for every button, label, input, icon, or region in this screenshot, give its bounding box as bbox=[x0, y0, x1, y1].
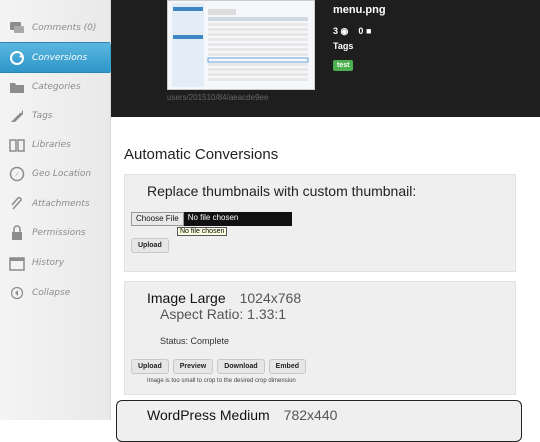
comments-count: 0 bbox=[358, 26, 364, 36]
sidebar-item-label: Conversions bbox=[32, 52, 88, 63]
tags-label: Tags bbox=[333, 41, 354, 51]
sidebar-item-tags[interactable]: Tags bbox=[0, 101, 110, 130]
media-stats: 3 ◉ 0 ■ bbox=[333, 26, 371, 37]
folder-icon bbox=[8, 78, 26, 96]
upload-thumbnail-button[interactable]: Upload bbox=[131, 238, 169, 253]
conversion-name: Image Large bbox=[147, 290, 226, 306]
sidebar-item-label: Geo Location bbox=[32, 168, 92, 179]
page-title: Automatic Conversions bbox=[124, 146, 279, 163]
sidebar-item-label: Permissions bbox=[32, 227, 86, 238]
file-input[interactable]: Choose File No file chosen bbox=[131, 212, 292, 226]
conversion-actions: Upload Preview Download Embed bbox=[131, 359, 306, 374]
preview-button[interactable]: Preview bbox=[172, 359, 214, 374]
sidebar-item-history[interactable]: History bbox=[0, 248, 110, 277]
conversion-dims: 782x440 bbox=[283, 407, 338, 423]
compass-icon bbox=[8, 165, 26, 183]
sidebar-item-label: Comments (0) bbox=[32, 22, 97, 33]
sidebar-item-libraries[interactable]: Libraries bbox=[0, 130, 110, 159]
conversion-status: Status: Complete bbox=[160, 336, 230, 346]
conversion-title: WordPress Medium 782x440 bbox=[147, 407, 337, 423]
lock-icon bbox=[8, 224, 26, 242]
sidebar-item-comments[interactable]: Comments (0) bbox=[0, 13, 110, 42]
calendar-icon bbox=[8, 254, 26, 272]
media-path: users/201510/84/aeacde9ee bbox=[167, 93, 269, 102]
comment-icon: ■ bbox=[365, 26, 372, 36]
sidebar-item-label: Collapse bbox=[32, 287, 71, 298]
sidebar-item-permissions[interactable]: Permissions bbox=[0, 218, 110, 247]
replace-thumbnail-panel: Replace thumbnails with custom thumbnail… bbox=[124, 174, 516, 272]
collapse-icon bbox=[8, 284, 26, 302]
conversion-title: Image Large 1024x768 bbox=[147, 290, 301, 306]
sidebar-item-label: History bbox=[32, 257, 65, 268]
comments-icon bbox=[8, 19, 26, 37]
sidebar: Comments (0) Conversions Categories Tags… bbox=[0, 0, 118, 420]
conversion-dims: 1024x768 bbox=[239, 290, 302, 306]
sidebar-item-attachments[interactable]: Attachments bbox=[0, 189, 110, 218]
views-count: 3 bbox=[333, 26, 339, 36]
media-thumbnail[interactable] bbox=[167, 0, 315, 90]
sidebar-item-label: Categories bbox=[32, 81, 81, 92]
replace-title: Replace thumbnails with custom thumbnail… bbox=[147, 183, 417, 199]
file-status: No file chosen bbox=[183, 212, 292, 226]
sidebar-collapse[interactable]: Collapse bbox=[0, 278, 110, 307]
main-content: Automatic Conversions Replace thumbnails… bbox=[111, 117, 540, 442]
sidebar-item-conversions[interactable]: Conversions bbox=[0, 42, 118, 73]
tag-icon bbox=[8, 107, 26, 125]
aspect-ratio: Aspect Ratio: 1.33:1 bbox=[160, 306, 287, 322]
conversions-icon bbox=[8, 49, 26, 67]
file-tooltip: No file chosen bbox=[177, 227, 228, 236]
media-header: menu.png 3 ◉ 0 ■ Tags test users/201510/… bbox=[111, 0, 540, 117]
sidebar-item-label: Attachments bbox=[32, 198, 90, 209]
media-filename: menu.png bbox=[333, 4, 386, 16]
paperclip-icon bbox=[8, 195, 26, 213]
conversion-name: WordPress Medium bbox=[147, 407, 270, 423]
wordpress-medium-panel[interactable]: WordPress Medium 782x440 bbox=[116, 400, 522, 442]
download-button[interactable]: Download bbox=[217, 359, 265, 374]
crop-note: Image is too small to crop to the desire… bbox=[147, 378, 296, 384]
choose-file-button[interactable]: Choose File bbox=[131, 212, 184, 226]
tag-badge[interactable]: test bbox=[333, 60, 354, 71]
sidebar-item-label: Tags bbox=[32, 110, 53, 121]
eye-icon: ◉ bbox=[340, 26, 349, 36]
upload-button[interactable]: Upload bbox=[131, 359, 169, 374]
sidebar-item-categories[interactable]: Categories bbox=[0, 72, 110, 101]
libraries-icon bbox=[8, 136, 26, 154]
embed-button[interactable]: Embed bbox=[268, 359, 306, 374]
sidebar-item-geo-location[interactable]: Geo Location bbox=[0, 159, 110, 188]
sidebar-item-label: Libraries bbox=[32, 139, 71, 150]
image-large-panel: Image Large 1024x768 Aspect Ratio: 1.33:1… bbox=[124, 281, 516, 395]
